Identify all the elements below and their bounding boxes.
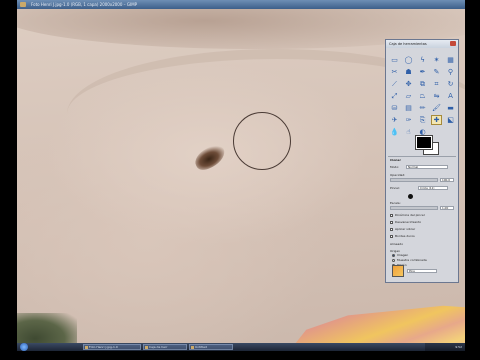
- image-window-title: Foto Henri J.jpg-1.0 (RGB, 1 capa) 2000x…: [31, 2, 138, 7]
- clone-icon[interactable]: ⎘: [417, 115, 428, 125]
- start-button-icon[interactable]: [20, 343, 28, 351]
- image-window-titlebar[interactable]: Foto Henri J.jpg-1.0 (RGB, 1 capa) 2000x…: [17, 0, 465, 9]
- brush-outline-cursor: [233, 112, 291, 170]
- free-select-icon[interactable]: ϟ: [417, 55, 428, 65]
- brush-label: Pincel:: [390, 186, 400, 190]
- taskbar: Foto Henri J.jpg-1.0 Caja de herr Untitl…: [17, 343, 465, 351]
- rotate-icon[interactable]: ↻: [445, 79, 456, 89]
- clock[interactable]: 9:52: [455, 343, 462, 351]
- checkbox-label: Bordes duros: [395, 234, 415, 238]
- gimp-icon: [145, 346, 148, 349]
- foreground-color-swatch[interactable]: [415, 135, 433, 150]
- opacity-slider[interactable]: [390, 178, 438, 182]
- tool-options-title: Clonar: [390, 158, 401, 162]
- paintbrush-icon[interactable]: 🖌: [431, 103, 442, 113]
- paths-icon[interactable]: ✒: [417, 67, 428, 77]
- ellipse-select-icon[interactable]: ◯: [403, 55, 414, 65]
- window-icon: [191, 346, 194, 349]
- gimp-app-icon: [20, 2, 26, 7]
- airbrush-icon[interactable]: ✈: [389, 115, 400, 125]
- checkbox-label: Dinámica del pincel: [395, 213, 425, 217]
- color-select-icon[interactable]: ▦: [445, 55, 456, 65]
- perspective-clone-icon[interactable]: ⬕: [445, 115, 456, 125]
- opacity-value[interactable]: 100,0: [440, 178, 454, 182]
- alignment-label: Alineado: [390, 242, 404, 246]
- fabric-dark: [17, 313, 77, 343]
- taskbar-button-label: Caja de herr: [149, 345, 168, 349]
- checkbox-fade[interactable]: [390, 221, 393, 224]
- shear-icon[interactable]: ▱: [403, 91, 414, 101]
- letterbox-bottom: [0, 351, 480, 360]
- fabric-colorful: [291, 305, 465, 343]
- text-icon[interactable]: A: [445, 91, 456, 101]
- eraser-icon[interactable]: ▬: [445, 103, 456, 113]
- taskbar-button-label: Untitled: [195, 345, 207, 349]
- radio-source-image[interactable]: [392, 254, 395, 257]
- mode-label: Modo:: [390, 165, 400, 169]
- pattern-name[interactable]: Pine: [407, 269, 437, 273]
- scale-label: Escala:: [390, 201, 401, 205]
- toolbox-window[interactable]: Caja de herramientas ▭ ◯ ϟ ✶ ▦ ✂ ☗ ✒ ✎ ⚲ ⟋ ✥ ⧉ ⌗ ↻ ⤢ ▱ ⏢ ⇋…: [385, 39, 459, 283]
- image-canvas[interactable]: Caja de herramientas ▭ ◯ ϟ ✶ ▦ ✂ ☗ ✒ ✎ ⚲ ⟋ ✥ ⧉ ⌗ ↻ ⤢ ▱ ⏢ ⇋…: [17, 9, 465, 343]
- scale-slider[interactable]: [390, 206, 438, 210]
- scissors-icon[interactable]: ✂: [389, 67, 400, 77]
- blur-icon[interactable]: 💧: [389, 127, 400, 137]
- taskbar-button-untitled[interactable]: Untitled: [189, 344, 233, 350]
- flip-icon[interactable]: ⇋: [431, 91, 442, 101]
- align-icon[interactable]: ⧉: [417, 79, 428, 89]
- gimp-icon: [85, 346, 88, 349]
- close-icon[interactable]: [450, 41, 456, 46]
- move-icon[interactable]: ✥: [403, 79, 414, 89]
- fuzzy-select-icon[interactable]: ✶: [431, 55, 442, 65]
- color-swatches[interactable]: [415, 135, 439, 155]
- crop-icon[interactable]: ⌗: [431, 79, 442, 89]
- brush-name[interactable]: Circle (11): [418, 186, 448, 190]
- tools-grid: ▭ ◯ ϟ ✶ ▦ ✂ ☗ ✒ ✎ ⚲ ⟋ ✥ ⧉ ⌗ ↻ ⤢ ▱ ⏢ ⇋ A ⛁ ▤ ✏ 🖌 ▬ ✈ ✑ ⎘ ✚ ⬕ 💧 ☝ ◐: [389, 55, 455, 137]
- rect-select-icon[interactable]: ▭: [389, 55, 400, 65]
- foreground-select-icon[interactable]: ☗: [403, 67, 414, 77]
- smudge-icon[interactable]: ☝: [403, 127, 414, 137]
- checkbox-hard-edge[interactable]: [390, 235, 393, 238]
- pencil-icon[interactable]: ✏: [417, 103, 428, 113]
- blend-icon[interactable]: ▤: [403, 103, 414, 113]
- brush-preview[interactable]: [408, 194, 413, 199]
- opacity-label: Opacidad:: [390, 173, 406, 177]
- toolbox-file-label: [389, 50, 455, 54]
- toolbox-divider: [388, 156, 456, 157]
- scale-icon[interactable]: ⤢: [389, 91, 400, 101]
- checkbox-label: Desvanecimiento: [395, 220, 422, 224]
- zoom-icon[interactable]: ⚲: [445, 67, 456, 77]
- pattern-swatch[interactable]: [392, 265, 404, 277]
- bucket-fill-icon[interactable]: ⛁: [389, 103, 400, 113]
- system-tray: 9:52: [425, 343, 465, 351]
- toolbox-title[interactable]: Caja de herramientas: [386, 40, 458, 48]
- taskbar-button-image[interactable]: Foto Henri J.jpg-1.0: [83, 344, 141, 350]
- taskbar-button-label: Foto Henri J.jpg-1.0: [89, 345, 118, 349]
- desktop-screen: Foto Henri J.jpg-1.0 (RGB, 1 capa) 2000x…: [17, 0, 465, 351]
- radio-source-sample-merged[interactable]: [392, 259, 395, 262]
- taskbar-button-toolbox[interactable]: Caja de herr: [143, 344, 187, 350]
- ink-icon[interactable]: ✑: [403, 115, 414, 125]
- perspective-icon[interactable]: ⏢: [417, 91, 428, 101]
- radio-label: Muestra combinada: [397, 258, 427, 262]
- radio-label: Imagen: [397, 253, 409, 257]
- color-picker-icon[interactable]: ✎: [431, 67, 442, 77]
- heal-icon[interactable]: ✚: [431, 115, 442, 125]
- scale-value[interactable]: 1,00: [440, 206, 454, 210]
- checkbox-brush-dynamics[interactable]: [390, 214, 393, 217]
- mode-select[interactable]: Normal: [406, 165, 448, 169]
- checkbox-jitter[interactable]: [390, 228, 393, 231]
- measure-icon[interactable]: ⟋: [389, 79, 400, 89]
- checkbox-label: Aplicar vibrar: [395, 227, 416, 231]
